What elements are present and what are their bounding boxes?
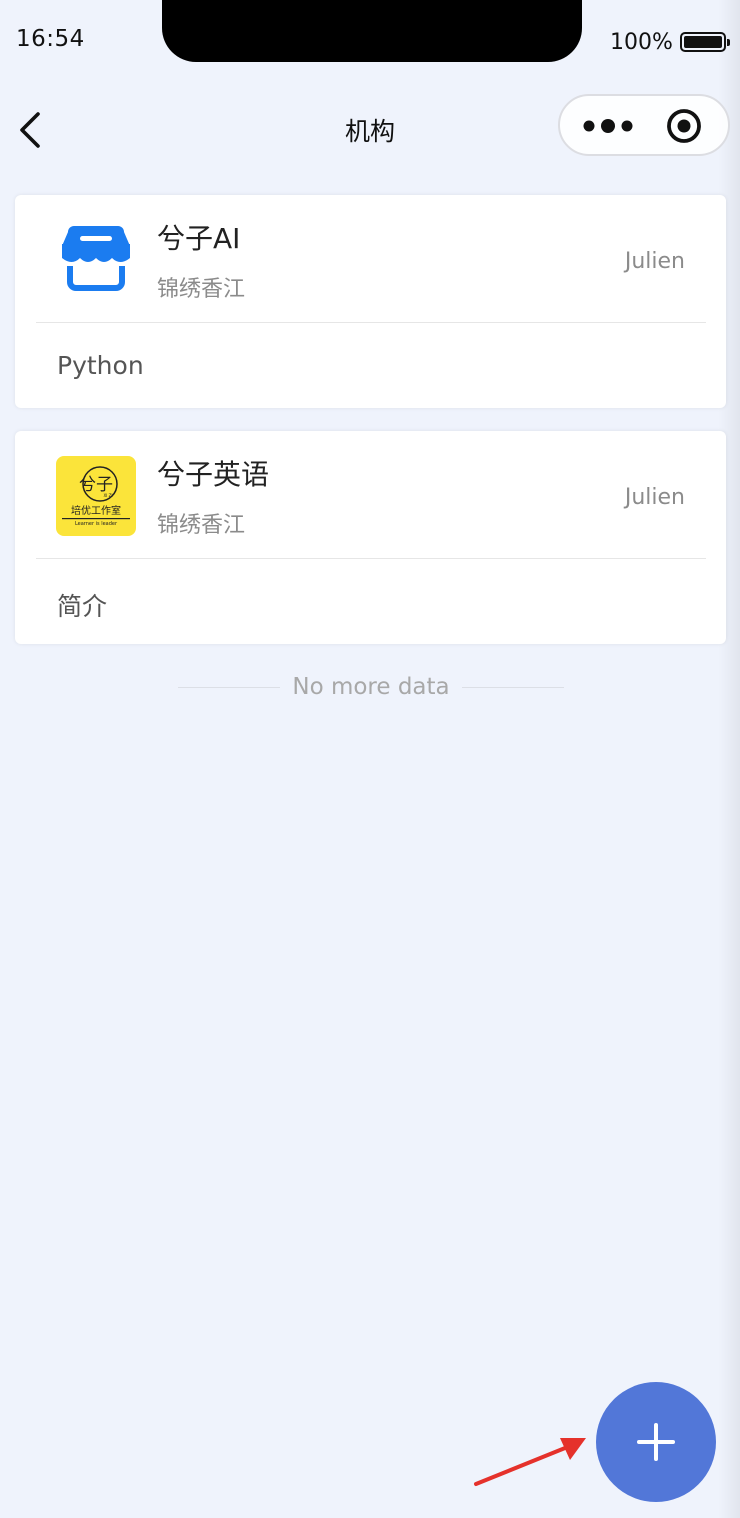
store-icon [62, 226, 130, 291]
org-logo: 兮子 XI ZI 培优工作室 Learner is leader [56, 456, 136, 536]
xizi-logo-line: 培优工作室 [71, 504, 121, 517]
org-logo [56, 220, 136, 300]
target-close-icon [667, 109, 701, 143]
more-button[interactable] [580, 112, 636, 140]
org-owner: Julien [624, 485, 685, 510]
app-screen: 16:54 100% 机构 兮子AI 锦绣香江 Julien Python 兮子… [0, 0, 740, 1518]
no-more-text: No more data [292, 674, 450, 700]
card-divider [36, 558, 706, 559]
xizi-logo-main: 兮子 [79, 475, 113, 495]
xizi-logo-slogan: Learner is leader [75, 521, 118, 527]
divider-line [461, 686, 565, 688]
xizi-logo-small: XI ZI [103, 493, 112, 498]
org-subtitle: 锦绣香江 [157, 513, 246, 538]
org-card[interactable]: 兮子AI 锦绣香江 Julien Python [15, 195, 726, 408]
battery-icon [680, 32, 730, 52]
miniprogram-capsule [558, 94, 730, 156]
plus-icon [637, 1423, 675, 1461]
list-end-indicator: No more data [178, 672, 565, 702]
org-subtitle: 锦绣香江 [157, 277, 246, 302]
status-time: 16:54 [16, 26, 85, 52]
org-name: 兮子AI [157, 222, 241, 255]
divider-line [178, 686, 281, 688]
device-notch [162, 0, 582, 62]
red-arrow-annotation [474, 1438, 586, 1486]
org-description: Python [57, 351, 144, 380]
card-divider [36, 322, 706, 323]
more-dots-icon [583, 119, 633, 133]
battery-percent: 100% [610, 30, 673, 55]
org-card[interactable]: 兮子 XI ZI 培优工作室 Learner is leader 兮子英语 锦绣… [15, 431, 726, 644]
org-name: 兮子英语 [157, 458, 270, 491]
org-owner: Julien [624, 249, 685, 274]
xizi-logo: 兮子 XI ZI 培优工作室 Learner is leader [56, 456, 136, 536]
add-org-button[interactable] [596, 1382, 716, 1502]
close-miniprogram-button[interactable] [666, 108, 702, 144]
org-description: 简介 [57, 592, 108, 621]
